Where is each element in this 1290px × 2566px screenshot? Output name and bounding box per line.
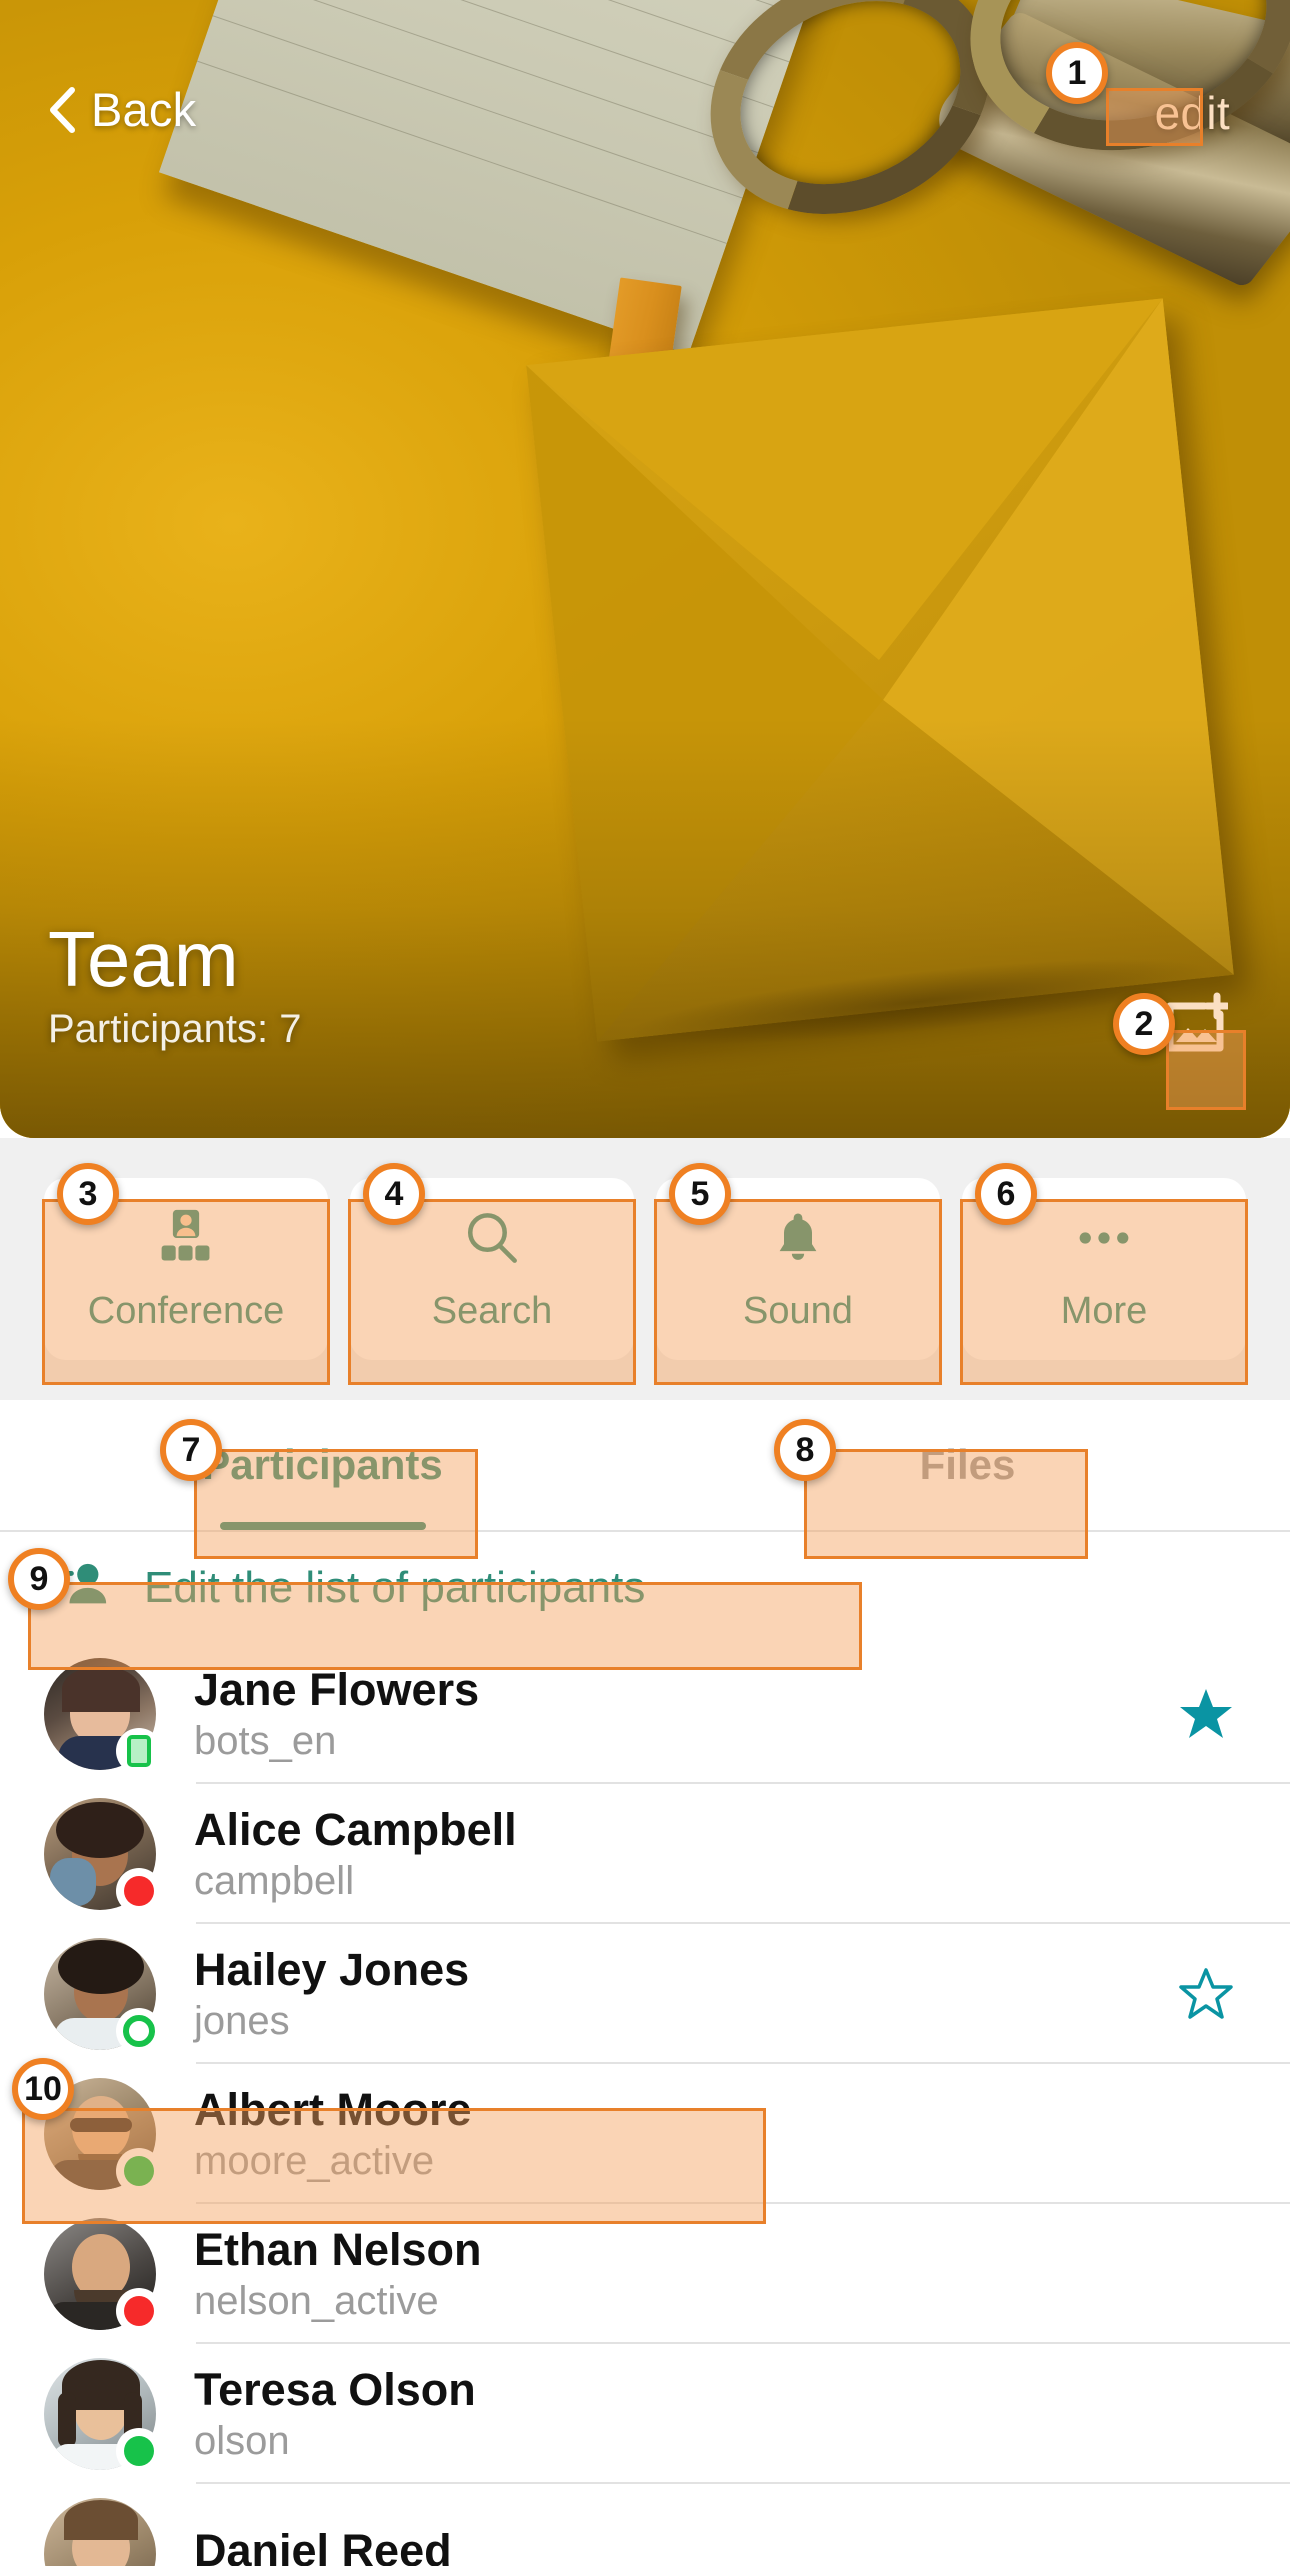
annotation-marker-5: 5 xyxy=(669,1163,731,1225)
search-icon xyxy=(463,1206,521,1270)
favorite-star-filled-icon[interactable] xyxy=(1178,1686,1234,1742)
participant-row-jane-flowers[interactable]: Jane Flowers bots_en xyxy=(0,1644,1290,1784)
action-sound-label: Sound xyxy=(743,1289,853,1332)
annotation-marker-10: 10 xyxy=(12,2058,74,2120)
action-more-label: More xyxy=(1060,1289,1148,1332)
participant-login: bots_en xyxy=(194,1718,337,1763)
tab-participants-label: Participants xyxy=(202,1441,443,1488)
action-conference-label: Conference xyxy=(87,1289,285,1332)
participant-row-ethan-nelson[interactable]: Ethan Nelson nelson_active xyxy=(0,2204,1290,2344)
avatar xyxy=(44,1938,160,2052)
participant-login: nelson_active xyxy=(194,2278,439,2323)
tab-files[interactable]: Files xyxy=(645,1400,1290,1530)
participant-login: jones xyxy=(194,1998,290,2043)
bell-icon xyxy=(770,1206,826,1270)
participant-name: Teresa Olson xyxy=(194,2364,476,2416)
group-cover: Back edit Team Participants: 7 xyxy=(0,0,1290,1138)
participant-name: Jane Flowers xyxy=(194,1664,480,1716)
online-dot-icon xyxy=(124,2436,154,2466)
back-button[interactable]: Back xyxy=(48,82,196,137)
group-profile-screen: Back edit Team Participants: 7 Conferenc… xyxy=(0,0,1290,2566)
participant-row-hailey-jones[interactable]: Hailey Jones jones xyxy=(0,1924,1290,2064)
participant-name: Ethan Nelson xyxy=(194,2224,482,2276)
mobile-online-icon xyxy=(127,1735,151,1767)
participant-row-daniel-reed[interactable]: Daniel Reed xyxy=(0,2484,1290,2566)
status-badge xyxy=(118,2150,160,2192)
status-badge xyxy=(118,2010,160,2052)
annotation-marker-1: 1 xyxy=(1046,42,1108,104)
online-dot-icon xyxy=(124,2156,154,2186)
tab-files-label: Files xyxy=(919,1441,1016,1488)
participant-row-teresa-olson[interactable]: Teresa Olson olson xyxy=(0,2344,1290,2484)
ellipsis-icon xyxy=(1074,1206,1134,1270)
participant-login: moore_active xyxy=(194,2138,435,2183)
annotation-marker-8: 8 xyxy=(774,1419,836,1481)
participant-name: Daniel Reed xyxy=(194,2525,452,2566)
annotation-marker-7: 7 xyxy=(160,1419,222,1481)
busy-dot-icon xyxy=(124,2296,154,2326)
avatar xyxy=(44,2498,156,2566)
annotation-marker-9: 9 xyxy=(8,1548,70,1610)
annotation-marker-4: 4 xyxy=(363,1163,425,1225)
avatar xyxy=(44,2358,160,2472)
avatar xyxy=(44,1658,160,1772)
status-badge xyxy=(118,2430,160,2472)
participant-row-albert-moore[interactable]: Albert Moore moore_active xyxy=(0,2064,1290,2204)
annotation-marker-6: 6 xyxy=(975,1163,1037,1225)
status-badge xyxy=(118,2290,160,2332)
action-search-label: Search xyxy=(431,1289,553,1332)
back-label: Back xyxy=(91,83,197,136)
participants-count: Participants: 7 xyxy=(48,1007,302,1051)
participant-login: campbell xyxy=(194,1858,355,1903)
tab-participants[interactable]: Participants xyxy=(0,1400,645,1530)
avatar xyxy=(44,2218,160,2332)
status-badge xyxy=(118,1730,160,1772)
participant-name: Hailey Jones xyxy=(194,1944,470,1996)
participant-row-alice-campbell[interactable]: Alice Campbell campbell xyxy=(0,1784,1290,1924)
quick-actions-bar: Conference Search Sound More xyxy=(0,1138,1290,1400)
add-photo-icon xyxy=(1162,992,1231,1060)
away-ring-icon xyxy=(123,2015,155,2047)
participants-list: Jane Flowers bots_en Alice Campbell camp… xyxy=(0,1644,1290,2566)
chevron-left-icon xyxy=(48,86,76,133)
status-badge xyxy=(118,1870,160,1912)
participant-name: Alice Campbell xyxy=(194,1804,517,1856)
edit-list-label: Edit the list of participants xyxy=(144,1563,646,1612)
page-title: Team xyxy=(48,915,239,1003)
favorite-star-outline-icon[interactable] xyxy=(1178,1966,1234,2022)
participant-name: Albert Moore xyxy=(194,2084,472,2136)
conference-icon xyxy=(156,1206,216,1270)
annotation-marker-3: 3 xyxy=(57,1163,119,1225)
annotation-marker-2: 2 xyxy=(1113,993,1175,1055)
busy-dot-icon xyxy=(124,1876,154,1906)
participant-login: olson xyxy=(194,2418,290,2463)
edit-list-of-participants[interactable]: Edit the list of participants xyxy=(0,1532,1290,1644)
edit-button[interactable]: edit xyxy=(1155,86,1230,140)
avatar xyxy=(44,1798,160,1912)
